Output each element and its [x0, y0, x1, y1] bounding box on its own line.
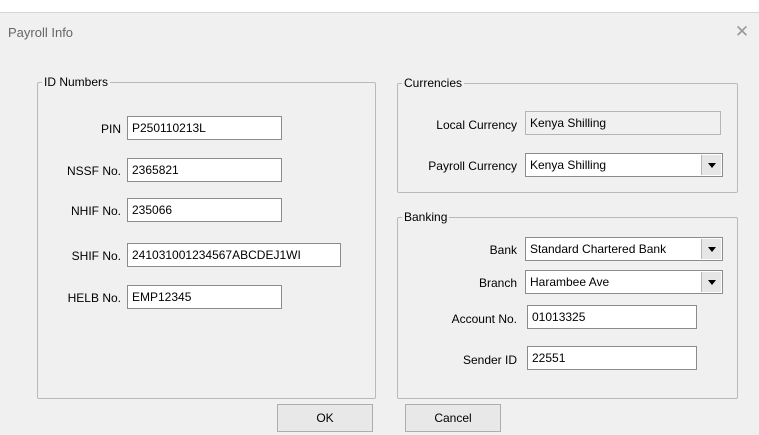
close-icon[interactable]: ✕ [731, 21, 753, 43]
payroll-currency-label: Payroll Currency [428, 159, 517, 173]
bank-select[interactable]: Standard Chartered Bank [525, 237, 723, 261]
ok-button[interactable]: OK [277, 404, 373, 432]
sender-id-label: Sender ID [462, 353, 517, 367]
chevron-down-icon[interactable] [701, 155, 721, 175]
title-bar: Payroll Info ✕ [0, 13, 759, 47]
nssf-field[interactable] [127, 158, 282, 182]
sender-id-field[interactable] [527, 346, 697, 370]
local-currency-label: Local Currency [436, 118, 517, 132]
nssf-label: NSSF No. [66, 164, 121, 178]
shif-field[interactable] [127, 243, 341, 267]
pin-field[interactable] [127, 116, 282, 140]
shif-label: SHIF No. [71, 249, 121, 263]
bank-label: Bank [489, 243, 517, 257]
nhif-label: NHIF No. [70, 204, 121, 218]
bank-value: Standard Chartered Bank [530, 242, 667, 256]
branch-label: Branch [478, 276, 517, 290]
pin-label: PIN [100, 122, 121, 136]
helb-label: HELB No. [67, 291, 121, 305]
payroll-info-dialog: Payroll Info ✕ ID Numbers PIN NSSF No. N… [0, 12, 759, 435]
branch-value: Harambee Ave [530, 275, 610, 289]
branch-select[interactable]: Harambee Ave [525, 270, 723, 294]
chevron-down-icon[interactable] [701, 239, 721, 259]
chevron-down-icon[interactable] [701, 272, 721, 292]
helb-field[interactable] [127, 285, 282, 309]
cancel-button[interactable]: Cancel [405, 404, 501, 432]
window-title: Payroll Info [8, 25, 74, 40]
payroll-currency-value: Kenya Shilling [530, 158, 607, 172]
local-currency-field [525, 111, 721, 135]
nhif-field[interactable] [127, 198, 282, 222]
account-no-label: Account No. [451, 312, 517, 326]
payroll-currency-select[interactable]: Kenya Shilling [525, 153, 723, 177]
account-no-field[interactable] [527, 305, 697, 329]
id-numbers-legend: ID Numbers [44, 75, 109, 89]
banking-legend: Banking [404, 210, 448, 224]
currencies-legend: Currencies [404, 76, 463, 90]
